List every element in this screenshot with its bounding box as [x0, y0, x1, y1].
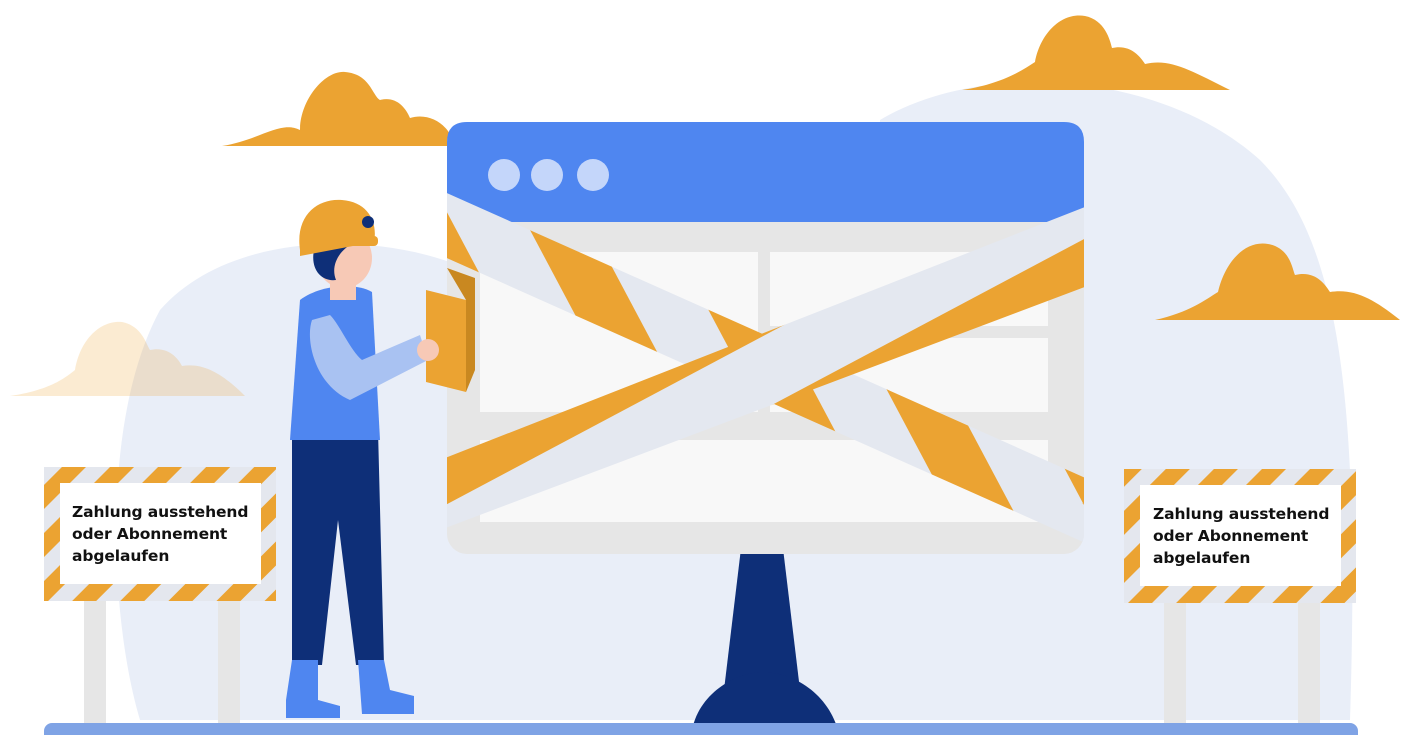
cloud-icon — [962, 15, 1230, 90]
under-construction-illustration: Zahlung ausstehend oder Abonnement abgel… — [0, 0, 1402, 735]
illustration-canvas — [10, 15, 1400, 735]
cloud-icon — [222, 71, 455, 146]
window-dot-icon — [577, 159, 609, 191]
window-dot-icon — [488, 159, 520, 191]
sign-message-line: Zahlung ausstehend — [1153, 505, 1330, 523]
sign-message: Zahlung ausstehend oder Abonnement abgel… — [72, 501, 262, 567]
ground-bar — [44, 723, 1358, 735]
window-dot-icon — [531, 159, 563, 191]
sign-message-line: oder Abonnement — [72, 525, 228, 543]
sign-message-line: abgelaufen — [1153, 549, 1251, 567]
sign-message-line: Zahlung ausstehend — [72, 503, 249, 521]
sign-message-line: oder Abonnement — [1153, 527, 1309, 545]
sign-message-line: abgelaufen — [72, 547, 170, 565]
sign-message: Zahlung ausstehend oder Abonnement abgel… — [1153, 503, 1343, 569]
